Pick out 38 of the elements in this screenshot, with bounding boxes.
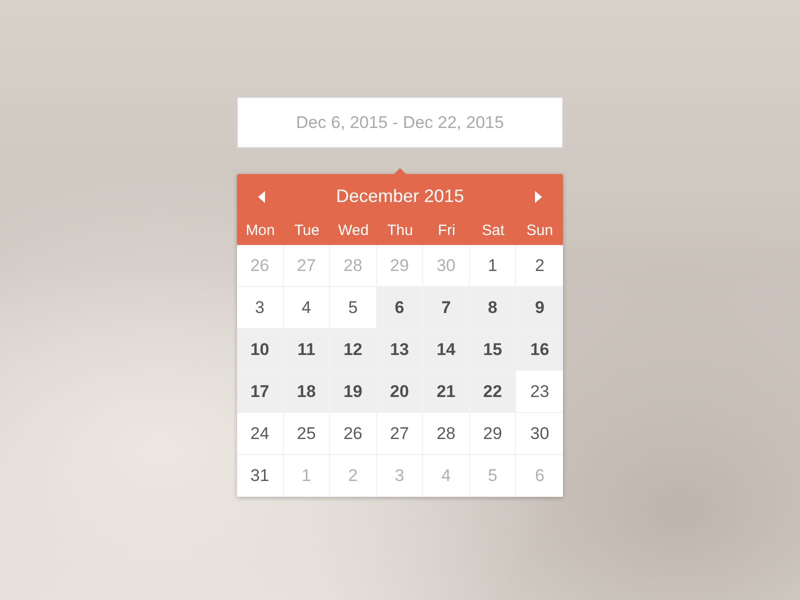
- day-cell[interactable]: 18: [284, 371, 330, 413]
- right-triangle-icon: [535, 190, 542, 202]
- day-cell[interactable]: 9: [516, 287, 563, 329]
- day-cell[interactable]: 5: [330, 287, 377, 329]
- day-cell[interactable]: 11: [284, 329, 330, 371]
- weekday-label: Sun: [525, 221, 554, 241]
- day-cell[interactable]: 7: [423, 287, 470, 329]
- day-cell[interactable]: 4: [284, 287, 330, 329]
- day-cell[interactable]: 8: [470, 287, 516, 329]
- day-cell[interactable]: 13: [376, 329, 424, 371]
- day-cell[interactable]: 12: [330, 329, 377, 371]
- day-cell[interactable]: 27: [376, 413, 424, 455]
- day-cell[interactable]: 21: [423, 371, 470, 413]
- day-cell[interactable]: 15: [470, 329, 516, 371]
- weekday-label: Tue: [293, 221, 320, 241]
- weekday-label: Thu: [386, 221, 414, 241]
- day-cell[interactable]: 1: [470, 245, 516, 287]
- day-cell[interactable]: 16: [516, 329, 563, 371]
- day-cell[interactable]: 20: [376, 371, 424, 413]
- left-triangle-icon: [258, 190, 264, 202]
- month-title: December 2015: [336, 185, 464, 208]
- weekday-label: Wed: [337, 221, 370, 241]
- day-cell[interactable]: 28: [423, 413, 470, 455]
- day-cell[interactable]: 17: [237, 371, 284, 413]
- day-cell[interactable]: 6: [376, 287, 424, 329]
- day-cell[interactable]: 14: [423, 329, 470, 371]
- day-cell[interactable]: 25: [284, 413, 330, 455]
- day-cell[interactable]: 3: [237, 287, 284, 329]
- weekday-label: Sat: [480, 221, 506, 241]
- day-cell[interactable]: 19: [330, 371, 377, 413]
- day-cell[interactable]: 24: [237, 413, 284, 455]
- day-cell[interactable]: 29: [470, 413, 516, 455]
- day-cell[interactable]: 22: [470, 371, 516, 413]
- day-cell[interactable]: 26: [330, 413, 377, 455]
- day-cell[interactable]: 31: [237, 455, 284, 497]
- weekday-label: Fri: [436, 221, 456, 241]
- day-cell[interactable]: 10: [237, 329, 284, 371]
- weekday-label: Mon: [244, 221, 276, 241]
